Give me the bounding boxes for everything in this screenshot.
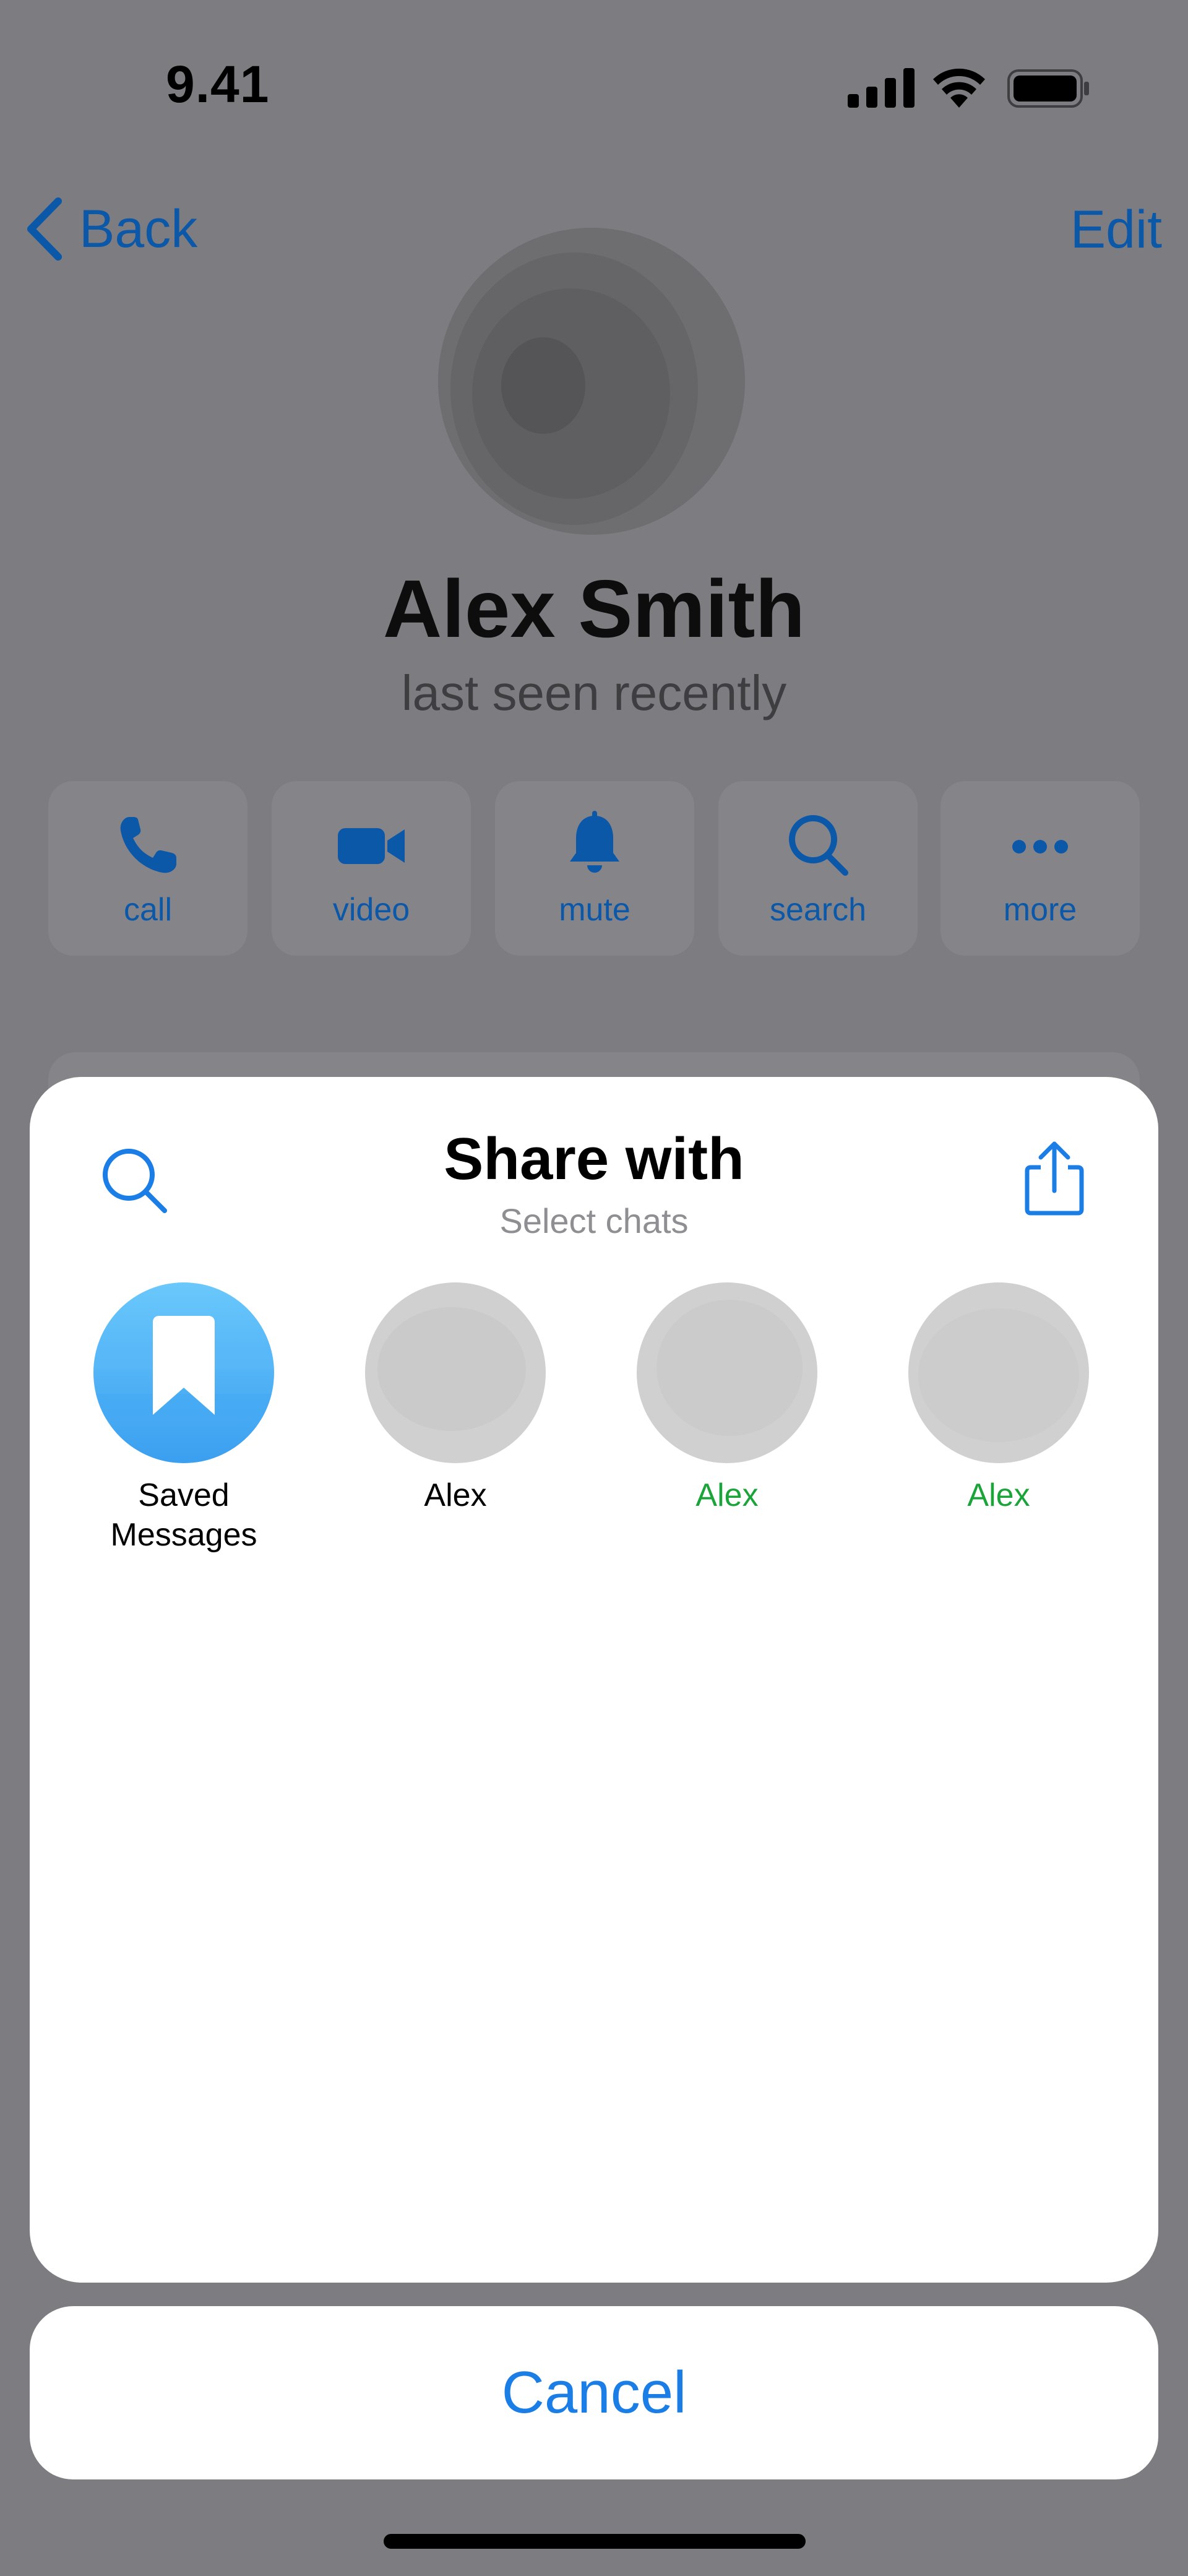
bell-icon (570, 811, 619, 873)
call-button[interactable]: call (48, 781, 248, 956)
profile-avatar[interactable] (438, 228, 745, 535)
home-indicator[interactable] (384, 2534, 806, 2549)
sheet-title: Share with (444, 1126, 744, 1192)
status-indicators (848, 68, 1089, 108)
video-camera-icon (338, 828, 405, 864)
avatar-placeholder-icon (918, 1308, 1079, 1442)
chat-item-saved-messages[interactable]: Saved Messages (82, 1282, 286, 1555)
avatar-placeholder-icon (438, 228, 745, 535)
cellular-signal-icon (848, 68, 915, 108)
chat-item-alex-1[interactable]: Alex (353, 1282, 557, 1515)
avatar-placeholder-icon (377, 1307, 526, 1431)
chat-name: Alex (695, 1477, 759, 1513)
wifi-icon (933, 68, 985, 108)
more-button[interactable]: more (940, 781, 1140, 956)
chat-avatar (908, 1282, 1089, 1463)
video-label: video (332, 892, 410, 928)
search-button[interactable]: search (718, 781, 918, 956)
chat-avatar (365, 1282, 546, 1463)
profile-status: last seen recently (401, 665, 787, 720)
more-dots-icon (1012, 840, 1068, 854)
search-icon (789, 815, 848, 876)
more-label: more (1003, 892, 1077, 928)
sheet-subtitle: Select chats (499, 1201, 689, 1240)
share-sheet (30, 1077, 1158, 2283)
phone-icon (120, 817, 176, 873)
saved-messages-avatar (93, 1282, 274, 1463)
chat-name: Alex (424, 1477, 487, 1513)
video-button[interactable]: video (272, 781, 471, 956)
profile-name: Alex Smith (382, 563, 806, 654)
mute-label: mute (559, 892, 631, 928)
chevron-left-icon (27, 197, 62, 261)
chat-item-alex-3[interactable]: Alex (897, 1282, 1101, 1515)
bookmark-icon (93, 1316, 274, 1419)
chat-item-alex-2[interactable]: Alex (625, 1282, 829, 1515)
share-icon[interactable] (1015, 1139, 1094, 1218)
back-label: Back (79, 199, 198, 259)
cancel-button[interactable]: Cancel (30, 2306, 1158, 2479)
status-time: 9.41 (166, 55, 270, 113)
edit-button[interactable]: Edit (1070, 199, 1162, 261)
profile-actions: call video mute search more (48, 781, 1140, 956)
search-label: search (769, 892, 867, 928)
call-label: call (123, 892, 173, 928)
chat-avatar (637, 1282, 817, 1463)
chat-name: Saved Messages (110, 1477, 257, 1553)
battery-icon (1007, 69, 1089, 108)
back-button[interactable]: Back (22, 195, 197, 263)
avatar-placeholder-icon (656, 1300, 803, 1436)
mute-button[interactable]: mute (495, 781, 694, 956)
chat-name: Alex (967, 1477, 1030, 1513)
